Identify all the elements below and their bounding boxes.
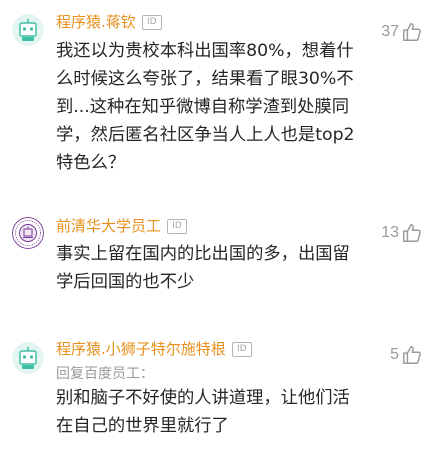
- comment-item: 前清华大学员工 ID 事实上留在国内的比出国的多，出国留 学后回国的也不少 13: [0, 200, 429, 310]
- author-name[interactable]: 前清华大学员工: [56, 215, 161, 237]
- like-button[interactable]: 5: [390, 343, 423, 367]
- comment-text: 我还以为贵校本科出国率80%，想着什 么时候这么夸张了，结果看了眼30%不 到.…: [56, 37, 368, 177]
- id-badge: ID: [141, 14, 162, 30]
- author-row: 前清华大学员工 ID: [56, 215, 188, 237]
- id-badge: ID: [167, 218, 188, 234]
- comment-line: 学，然后匿名社区争当人上人也是top2: [56, 125, 355, 145]
- like-count: 37: [381, 23, 399, 40]
- like-button[interactable]: 37: [381, 20, 423, 44]
- avatar[interactable]: [12, 217, 44, 249]
- thumb-up-icon: [403, 224, 421, 242]
- comment-line: 学后回国的也不少: [56, 272, 195, 292]
- comment-line: 事实上留在国内的比出国的多，出国留: [56, 244, 350, 264]
- like-count: 13: [381, 224, 399, 241]
- avatar[interactable]: [12, 342, 44, 374]
- comment-item: 程序猿.小狮子特尔施特根 ID 回复百度员工： 别和脑子不好使的人讲道理，让他们…: [0, 330, 429, 454]
- comment-line: 我还以为贵校本科出国率80%，想着什: [56, 41, 354, 61]
- reply-to-label[interactable]: 回复百度员工：: [56, 364, 154, 384]
- robot-avatar-icon: [12, 14, 44, 46]
- author-name[interactable]: 程序猿.小狮子特尔施特根: [56, 338, 226, 360]
- comment-line: 特色么？: [56, 153, 126, 173]
- author-row: 程序猿.小狮子特尔施特根 ID: [56, 338, 252, 360]
- like-button[interactable]: 13: [381, 221, 423, 245]
- comment-item: 程序猿.蒋钦 ID 我还以为贵校本科出国率80%，想着什 么时候这么夸张了，结果…: [0, 0, 429, 175]
- comment-line: 么时候这么夸张了，结果看了眼30%不: [56, 69, 354, 89]
- comment-line: 在自己的世界里就行了: [56, 416, 229, 436]
- comment-line: 到...这种在知乎微博自称学渣到处膜同: [56, 97, 349, 117]
- robot-avatar-icon: [12, 342, 44, 374]
- comment-text: 事实上留在国内的比出国的多，出国留 学后回国的也不少: [56, 240, 368, 296]
- tsinghua-emblem-icon: [12, 217, 44, 249]
- author-row: 程序猿.蒋钦 ID: [56, 11, 162, 33]
- comment-text: 别和脑子不好使的人讲道理，让他们活 在自己的世界里就行了: [56, 384, 368, 440]
- author-name[interactable]: 程序猿.蒋钦: [56, 11, 136, 33]
- thumb-up-icon: [403, 23, 421, 41]
- id-badge: ID: [231, 341, 252, 357]
- comment-line: 别和脑子不好使的人讲道理，让他们活: [56, 388, 350, 408]
- thumb-up-icon: [403, 346, 421, 364]
- avatar[interactable]: [12, 14, 44, 46]
- like-count: 5: [390, 346, 399, 363]
